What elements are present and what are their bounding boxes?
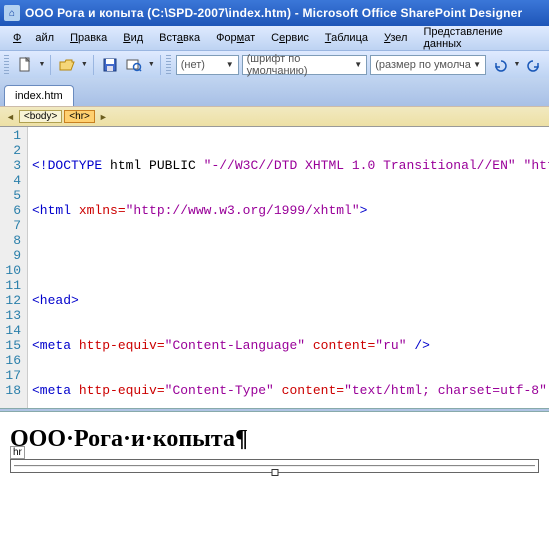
lineno: 4 bbox=[4, 173, 21, 188]
lineno: 6 bbox=[4, 203, 21, 218]
dropdown-arrow-icon[interactable]: ▼ bbox=[38, 61, 45, 68]
hr-line bbox=[14, 465, 535, 467]
lineno: 2 bbox=[4, 143, 21, 158]
font-dropdown[interactable]: (шрифт по умолчанию)▼ bbox=[242, 55, 368, 75]
toolbar-grip[interactable] bbox=[4, 55, 9, 75]
hr-element-label: hr bbox=[10, 446, 25, 459]
lineno: 5 bbox=[4, 188, 21, 203]
lineno: 11 bbox=[4, 278, 21, 293]
breadcrumb-hr[interactable]: <hr> bbox=[64, 110, 95, 123]
resize-handle[interactable] bbox=[271, 469, 278, 476]
app-icon: ⌂ bbox=[4, 5, 20, 21]
chevron-down-icon: ▼ bbox=[354, 60, 362, 69]
menu-format[interactable]: Формат bbox=[209, 29, 262, 47]
dropdown-arrow-icon[interactable]: ▼ bbox=[148, 61, 155, 68]
menubar: Файл Правка Вид Вставка Формат Сервис Та… bbox=[0, 26, 549, 50]
menu-edit[interactable]: Правка bbox=[63, 29, 114, 47]
lineno: 10 bbox=[4, 263, 21, 278]
lineno: 13 bbox=[4, 308, 21, 323]
save-button[interactable] bbox=[99, 54, 121, 76]
font-value: (шрифт по умолчанию) bbox=[247, 53, 355, 77]
dropdown-arrow-icon[interactable]: ▼ bbox=[514, 61, 521, 68]
menu-insert[interactable]: Вставка bbox=[152, 29, 207, 47]
menu-table[interactable]: Таблица bbox=[318, 29, 375, 47]
dropdown-arrow-icon[interactable]: ▼ bbox=[81, 61, 88, 68]
toolbar: ▼ ▼ ▼ (нет)▼ (шрифт по умолчанию)▼ (разм… bbox=[0, 50, 549, 78]
toolbar-grip[interactable] bbox=[166, 55, 171, 75]
hr-box[interactable] bbox=[10, 459, 539, 473]
menu-node[interactable]: Узел bbox=[377, 29, 414, 47]
toolbar-separator bbox=[93, 55, 94, 75]
toolbar-separator bbox=[50, 55, 51, 75]
preview-pane[interactable]: ООО·Рога·и·копыта¶ hr bbox=[0, 412, 549, 546]
code-editor: 1 2 3 4 5 6 7 8 9 10 11 12 13 14 15 16 1… bbox=[0, 126, 549, 408]
lineno: 8 bbox=[4, 233, 21, 248]
lineno: 16 bbox=[4, 353, 21, 368]
lineno: 15 bbox=[4, 338, 21, 353]
redo-button[interactable] bbox=[523, 54, 545, 76]
size-value: (размер по умолча bbox=[375, 59, 471, 71]
style-value: (нет) bbox=[181, 59, 205, 71]
tab-label: index.htm bbox=[15, 90, 63, 102]
breadcrumb-body[interactable]: <body> bbox=[19, 110, 62, 123]
preview-button[interactable] bbox=[123, 54, 145, 76]
lineno: 12 bbox=[4, 293, 21, 308]
tabbar: index.htm bbox=[0, 78, 549, 106]
menu-view[interactable]: Вид bbox=[116, 29, 150, 47]
breadcrumb: ◄ <body> <hr> ► bbox=[0, 106, 549, 126]
lineno: 17 bbox=[4, 368, 21, 383]
lineno: 18 bbox=[4, 383, 21, 398]
lineno: 14 bbox=[4, 323, 21, 338]
menu-data[interactable]: Представление данных bbox=[416, 23, 543, 53]
chevron-down-icon: ▼ bbox=[226, 60, 234, 69]
file-tab[interactable]: index.htm bbox=[4, 85, 74, 106]
hr-selection[interactable]: hr bbox=[10, 459, 539, 473]
chevron-down-icon: ▼ bbox=[473, 60, 481, 69]
menu-file[interactable]: Файл bbox=[6, 29, 61, 47]
undo-button[interactable] bbox=[489, 54, 511, 76]
lineno: 7 bbox=[4, 218, 21, 233]
titlebar-text: ООО Рога и копыта (C:\SPD-2007\index.htm… bbox=[25, 6, 522, 20]
style-dropdown[interactable]: (нет) ▼ bbox=[176, 55, 239, 75]
preview-heading: ООО·Рога·и·копыта¶ bbox=[10, 426, 539, 453]
breadcrumb-fwd-icon[interactable]: ► bbox=[97, 112, 110, 122]
new-button[interactable] bbox=[14, 54, 36, 76]
lineno: 1 bbox=[4, 128, 21, 143]
line-gutter: 1 2 3 4 5 6 7 8 9 10 11 12 13 14 15 16 1… bbox=[0, 127, 28, 408]
code-area[interactable]: <!DOCTYPE html PUBLIC "-//W3C//DTD XHTML… bbox=[28, 127, 549, 408]
menu-tools[interactable]: Сервис bbox=[264, 29, 316, 47]
open-button[interactable] bbox=[56, 54, 78, 76]
lineno: 9 bbox=[4, 248, 21, 263]
lineno: 3 bbox=[4, 158, 21, 173]
size-dropdown[interactable]: (размер по умолча▼ bbox=[370, 55, 486, 75]
toolbar-separator bbox=[160, 55, 161, 75]
breadcrumb-back-icon[interactable]: ◄ bbox=[4, 112, 17, 122]
